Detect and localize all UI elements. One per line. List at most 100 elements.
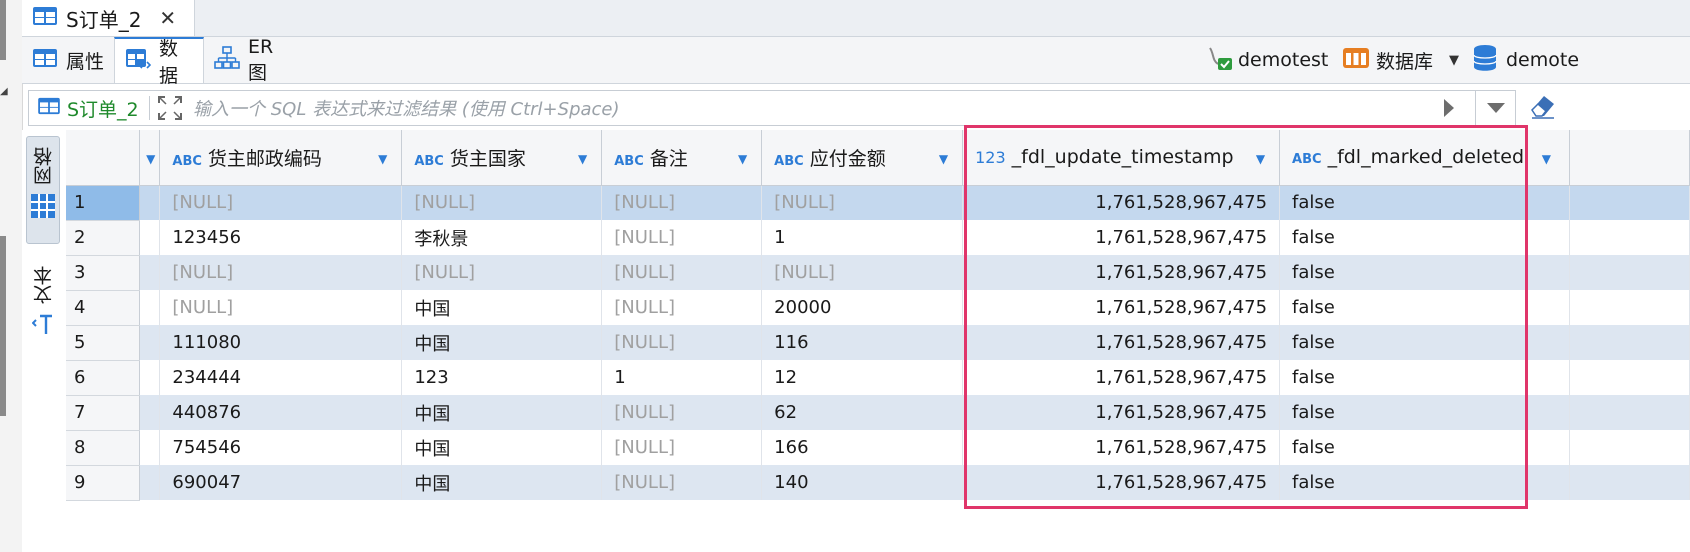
row-number[interactable]: 9 bbox=[66, 465, 141, 501]
tab-er-diagram[interactable]: ER 图 bbox=[204, 36, 304, 84]
table-cell[interactable]: [NULL] bbox=[601, 325, 763, 360]
sort-icon[interactable]: ▼ bbox=[146, 152, 155, 166]
table-cell[interactable]: 1,761,528,967,475 bbox=[962, 395, 1281, 430]
sort-icon[interactable]: ▼ bbox=[939, 152, 948, 166]
table-cell[interactable]: 20000 bbox=[761, 290, 964, 325]
table-row[interactable]: 6 234444 123 1 12 1,761,528,967,475 false bbox=[66, 360, 1690, 396]
filter-history-dropdown[interactable] bbox=[1475, 91, 1516, 125]
table-cell[interactable]: 1 bbox=[761, 220, 964, 255]
table-cell[interactable]: 中国 bbox=[401, 465, 603, 500]
filter-input[interactable]: 输入一个 SQL 表达式来过滤结果 (使用 Ctrl+Space) bbox=[193, 91, 620, 125]
table-cell[interactable]: 1 bbox=[601, 360, 763, 395]
sort-icon[interactable]: ▼ bbox=[1256, 152, 1265, 166]
row-number[interactable]: 5 bbox=[66, 325, 141, 361]
table-cell[interactable]: 李秋景 bbox=[401, 220, 603, 255]
row-number[interactable]: 6 bbox=[66, 360, 141, 396]
filter-entity[interactable]: S订单_2 bbox=[37, 91, 139, 125]
editor-tab[interactable]: S订单_2 ✕ bbox=[22, 0, 195, 36]
apply-filter-icon[interactable] bbox=[1441, 97, 1457, 124]
table-cell[interactable]: 123456 bbox=[159, 220, 403, 255]
schema-selector[interactable]: demote bbox=[1472, 37, 1579, 83]
table-row[interactable]: 5 111080 中国 [NULL] 116 1,761,528,967,475 false bbox=[66, 325, 1690, 361]
close-icon[interactable]: ✕ bbox=[159, 6, 176, 30]
connection-user[interactable]: demotest bbox=[1206, 37, 1328, 83]
table-row[interactable]: 4 [NULL] 中国 [NULL] 20000 1,761,528,967,475 fal… bbox=[66, 290, 1690, 326]
results-grid[interactable]: ▼ ABC 货主邮政编码 ▼ ABC 货主国家 ▼ ABC 备注 ▼ ABC 应付金额 ▼ 12… bbox=[66, 130, 1690, 552]
table-cell[interactable]: [NULL] bbox=[761, 255, 964, 290]
sort-icon[interactable]: ▼ bbox=[1542, 152, 1551, 166]
table-cell[interactable]: 440876 bbox=[159, 395, 403, 430]
table-cell[interactable]: 754546 bbox=[159, 430, 403, 465]
table-cell[interactable]: [NULL] bbox=[159, 185, 403, 220]
sort-icon[interactable]: ▼ bbox=[738, 152, 747, 166]
table-cell[interactable]: 1,761,528,967,475 bbox=[962, 185, 1281, 220]
row-number[interactable]: 1 bbox=[66, 185, 141, 221]
table-cell[interactable]: false bbox=[1279, 465, 1570, 500]
table-cell[interactable]: 中国 bbox=[401, 395, 603, 430]
table-cell[interactable]: 1,761,528,967,475 bbox=[962, 325, 1281, 360]
column-header[interactable]: ABC 应付金额 ▼ bbox=[761, 130, 964, 186]
clear-filter-icon[interactable] bbox=[1528, 92, 1558, 126]
next-column-header[interactable] bbox=[1569, 130, 1690, 186]
table-cell[interactable]: 1,761,528,967,475 bbox=[962, 360, 1281, 395]
table-row[interactable]: 7 440876 中国 [NULL] 62 1,761,528,967,475 false bbox=[66, 395, 1690, 431]
sort-icon[interactable]: ▼ bbox=[378, 152, 387, 166]
table-cell[interactable]: 1,761,528,967,475 bbox=[962, 220, 1281, 255]
table-cell[interactable]: 166 bbox=[761, 430, 964, 465]
database-selector[interactable]: 数据库 ▼ bbox=[1342, 37, 1459, 83]
table-cell[interactable]: [NULL] bbox=[601, 430, 763, 465]
table-cell[interactable]: 1,761,528,967,475 bbox=[962, 255, 1281, 290]
table-cell[interactable]: [NULL] bbox=[401, 255, 603, 290]
collapse-arrow-icon[interactable]: ◢ bbox=[0, 86, 8, 97]
sort-icon[interactable]: ▼ bbox=[578, 152, 587, 166]
table-cell[interactable]: 1,761,528,967,475 bbox=[962, 465, 1281, 500]
table-cell[interactable]: 234444 bbox=[159, 360, 403, 395]
row-number[interactable]: 4 bbox=[66, 290, 141, 326]
table-cell[interactable]: [NULL] bbox=[761, 185, 964, 220]
row-number[interactable]: 8 bbox=[66, 430, 141, 466]
view-grid-tab[interactable]: 网格 bbox=[26, 136, 60, 244]
chevron-down-icon[interactable]: ▼ bbox=[1449, 53, 1459, 68]
table-cell[interactable]: false bbox=[1279, 430, 1570, 465]
table-cell[interactable]: 12 bbox=[761, 360, 964, 395]
column-header[interactable]: ABC 货主国家 ▼ bbox=[401, 130, 603, 186]
row-number[interactable]: 2 bbox=[66, 220, 141, 256]
table-cell[interactable]: [NULL] bbox=[159, 255, 403, 290]
row-number-header[interactable] bbox=[66, 130, 141, 186]
table-cell[interactable]: 62 bbox=[761, 395, 964, 430]
table-cell[interactable]: 140 bbox=[761, 465, 964, 500]
table-row[interactable]: 9 690047 中国 [NULL] 140 1,761,528,967,475 false bbox=[66, 465, 1690, 501]
column-header[interactable]: ABC 货主邮政编码 ▼ bbox=[159, 130, 403, 186]
table-cell[interactable]: 123 bbox=[401, 360, 603, 395]
column-header[interactable]: ABC _fdl_marked_deleted ▼ bbox=[1279, 130, 1570, 186]
table-cell[interactable]: [NULL] bbox=[601, 255, 763, 290]
table-cell[interactable]: [NULL] bbox=[601, 185, 763, 220]
table-cell[interactable]: 1,761,528,967,475 bbox=[962, 290, 1281, 325]
table-cell[interactable]: [NULL] bbox=[401, 185, 603, 220]
table-cell[interactable]: false bbox=[1279, 220, 1570, 255]
table-cell[interactable]: [NULL] bbox=[601, 220, 763, 255]
table-cell[interactable]: 116 bbox=[761, 325, 964, 360]
table-cell[interactable]: 中国 bbox=[401, 325, 603, 360]
column-header[interactable]: 123 _fdl_update_timestamp ▼ bbox=[962, 130, 1281, 186]
table-cell[interactable]: false bbox=[1279, 360, 1570, 395]
table-cell[interactable]: false bbox=[1279, 290, 1570, 325]
expand-icon[interactable] bbox=[157, 95, 183, 126]
table-cell[interactable]: false bbox=[1279, 395, 1570, 430]
table-cell[interactable]: 1,761,528,967,475 bbox=[962, 430, 1281, 465]
table-row[interactable]: 8 754546 中国 [NULL] 166 1,761,528,967,475 false bbox=[66, 430, 1690, 466]
column-header[interactable]: ABC 备注 ▼ bbox=[601, 130, 763, 186]
table-row[interactable]: 3 [NULL] [NULL] [NULL] [NULL] 1,761,528,967,4… bbox=[66, 255, 1690, 291]
table-row[interactable]: 1 [NULL] [NULL] [NULL] [NULL] 1,761,528,967,4… bbox=[66, 185, 1690, 221]
table-cell[interactable]: 中国 bbox=[401, 430, 603, 465]
tab-data[interactable]: 数据 bbox=[114, 37, 204, 87]
table-row[interactable]: 2 123456 李秋景 [NULL] 1 1,761,528,967,475 false bbox=[66, 220, 1690, 256]
table-cell[interactable]: false bbox=[1279, 325, 1570, 360]
row-number[interactable]: 3 bbox=[66, 255, 141, 291]
table-cell[interactable]: 690047 bbox=[159, 465, 403, 500]
table-cell[interactable]: [NULL] bbox=[601, 465, 763, 500]
table-cell[interactable]: [NULL] bbox=[601, 395, 763, 430]
table-cell[interactable]: false bbox=[1279, 185, 1570, 220]
table-cell[interactable]: false bbox=[1279, 255, 1570, 290]
tab-properties[interactable]: 属性 bbox=[22, 37, 114, 83]
